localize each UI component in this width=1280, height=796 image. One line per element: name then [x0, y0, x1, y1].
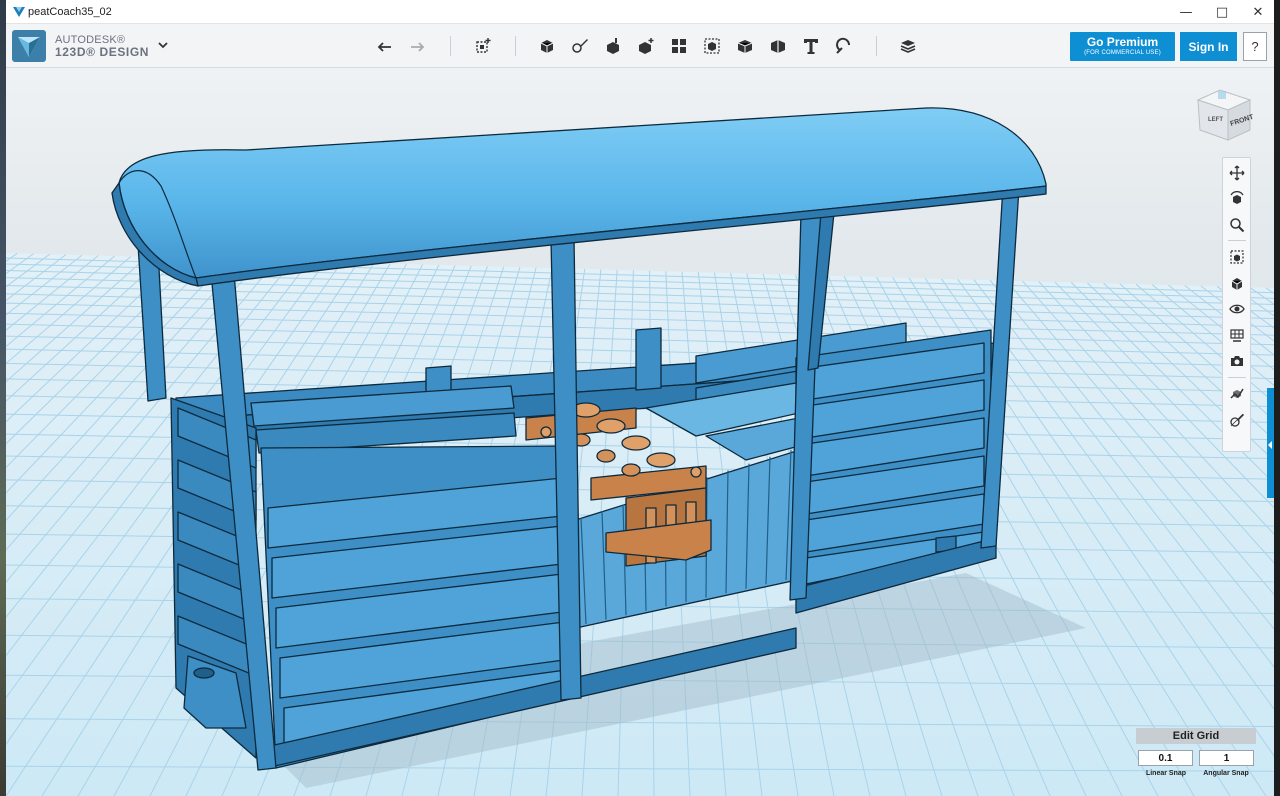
primitives-icon	[540, 40, 554, 53]
go-premium-button[interactable]: Go Premium (FOR COMMERCIAL USE)	[1070, 32, 1175, 61]
viewcube-side-label: LEFT	[1208, 117, 1223, 123]
material-button[interactable]	[895, 33, 921, 59]
measure-button[interactable]	[765, 33, 791, 59]
app-logo-icon	[13, 7, 25, 17]
navbar-divider	[1228, 377, 1246, 378]
navbar-divider	[1228, 240, 1246, 241]
sketch-view-icon	[1230, 413, 1244, 427]
transform-button[interactable]	[470, 33, 496, 59]
roof	[111, 107, 1047, 287]
measure-icon	[771, 40, 785, 53]
construct-icon	[607, 38, 619, 54]
angular-snap-label: Angular Snap	[1203, 770, 1249, 777]
transform-icon	[476, 38, 491, 53]
edit-grid-button[interactable]: Edit Grid	[1136, 728, 1256, 744]
brand-product: 123D® DESIGN	[55, 45, 150, 59]
chevron-down-icon[interactable]	[156, 38, 170, 52]
combine-button[interactable]	[732, 33, 758, 59]
window-title: peatCoach35_02	[28, 6, 112, 18]
camera-icon	[1231, 356, 1243, 366]
app-window: peatCoach35_02 — □ ✕ AUTODESK® 123D® DES…	[6, 0, 1274, 796]
modify-button[interactable]	[633, 33, 659, 59]
navigation-bar	[1222, 157, 1251, 452]
undo-icon	[377, 42, 391, 52]
construct-button[interactable]	[600, 33, 626, 59]
orbit-icon	[1230, 191, 1244, 204]
autodesk-logo-icon[interactable]	[12, 30, 46, 62]
scene-canvas[interactable]	[6, 68, 1274, 796]
snap-icon	[836, 37, 851, 54]
linear-snap-label: Linear Snap	[1145, 770, 1187, 777]
grouping-button[interactable]	[699, 33, 725, 59]
pattern-icon	[672, 39, 686, 53]
premium-label: Go Premium	[1086, 35, 1159, 49]
desktop-background-right	[1274, 0, 1280, 796]
orbit-button[interactable]	[1227, 189, 1247, 209]
view-cube[interactable]: LEFT FRONT	[1194, 86, 1254, 144]
chevron-left-icon	[1268, 441, 1272, 449]
pan-button[interactable]	[1227, 163, 1247, 183]
snap-tool-icon	[1230, 388, 1244, 399]
redo-button[interactable]	[404, 33, 430, 59]
title-bar: peatCoach35_02 — □ ✕	[6, 0, 1274, 24]
grouping-icon	[704, 38, 720, 54]
fit-button[interactable]	[1227, 247, 1247, 267]
viewport-3d[interactable]: LEFT FRONT Edit Grid 0.1 1 Linear Snap A…	[6, 68, 1274, 796]
modify-icon	[639, 38, 654, 54]
visibility-button[interactable]	[1227, 299, 1247, 319]
grid-snap-panel: Edit Grid 0.1 1 Linear Snap Angular Snap	[1136, 728, 1256, 784]
eye-icon	[1229, 304, 1245, 314]
sign-in-button[interactable]: Sign In	[1180, 32, 1237, 61]
premium-sublabel: (FOR COMMERCIAL USE)	[1084, 50, 1161, 56]
primitives-button[interactable]	[534, 33, 560, 59]
text-button[interactable]	[798, 33, 824, 59]
screenshot-button[interactable]	[1227, 351, 1247, 371]
maximize-icon[interactable]: □	[1204, 0, 1240, 24]
combine-icon	[737, 40, 753, 53]
help-button[interactable]: ?	[1243, 32, 1267, 61]
sketch-view-button[interactable]	[1227, 410, 1247, 430]
toolbar-divider	[876, 36, 877, 56]
materials-view-button[interactable]	[1227, 325, 1247, 345]
pattern-button[interactable]	[666, 33, 692, 59]
zoom-button[interactable]	[1227, 215, 1247, 235]
material-icon	[900, 40, 916, 53]
linear-snap-input[interactable]: 0.1	[1138, 750, 1193, 766]
angular-snap-input[interactable]: 1	[1199, 750, 1254, 766]
view-button[interactable]	[1227, 273, 1247, 293]
snap-tool-button[interactable]	[1227, 384, 1247, 404]
pan-icon	[1229, 165, 1245, 181]
sketch-button[interactable]	[567, 33, 593, 59]
text-icon	[804, 39, 818, 54]
undo-button[interactable]	[372, 33, 398, 59]
toolbar-divider	[515, 36, 516, 56]
redo-icon	[411, 42, 425, 52]
main-toolbar: AUTODESK® 123D® DESIGN Go Premium (FOR C…	[6, 24, 1274, 68]
close-icon[interactable]: ✕	[1240, 0, 1274, 24]
minimize-icon[interactable]: —	[1168, 0, 1204, 24]
snap-button[interactable]	[831, 33, 857, 59]
fit-icon	[1230, 250, 1244, 264]
sketch-icon	[572, 39, 588, 53]
zoom-icon	[1230, 218, 1245, 233]
perspective-icon	[1231, 278, 1243, 290]
materials-view-icon	[1230, 329, 1244, 342]
toolbar-divider	[450, 36, 451, 56]
